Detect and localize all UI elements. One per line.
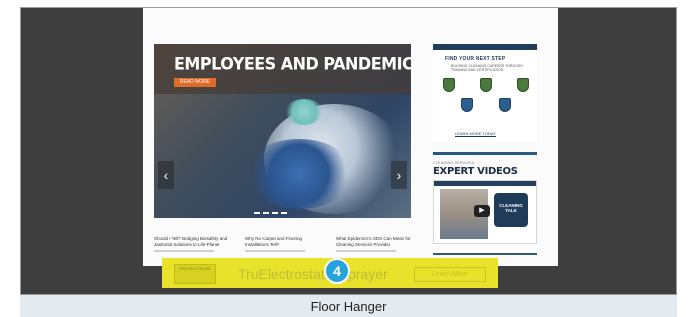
play-icon[interactable]: ▶ (474, 205, 490, 217)
hero-image-glove (244, 139, 354, 209)
carousel-prev-arrow[interactable]: ‹ (158, 161, 174, 189)
carousel-dot[interactable] (281, 212, 287, 214)
sidebar-divider (433, 152, 537, 155)
article-teaser-row: Should I Tell? Bridging Biosafety and Ja… (154, 236, 411, 252)
article-teaser-rule (245, 250, 305, 252)
article-teaser[interactable]: What Epidemics's SDS Can Mean for Cleani… (336, 236, 411, 252)
banner-learn-more-button[interactable]: Learn More (414, 267, 486, 282)
article-teaser-title[interactable]: Should I Tell? Bridging Biosafety and Ja… (154, 236, 229, 248)
badge-shield-icon (461, 98, 473, 112)
hero-title: EMPLOYEES AND PANDEMIC (174, 53, 411, 74)
carousel-dot[interactable] (272, 212, 278, 214)
article-teaser[interactable]: Why No Carpet and Flooring Installations… (245, 236, 320, 252)
callout-number-badge: 4 (324, 258, 350, 284)
screenshot-frame: EMPLOYEES AND PANDEMIC READ MORE ‹ › Sho… (20, 7, 677, 295)
article-teaser-title[interactable]: Why No Carpet and Flooring Installations… (245, 236, 320, 248)
caption-text: Floor Hanger (310, 299, 387, 314)
article-teaser-rule (154, 250, 214, 252)
article-teaser-rule (336, 250, 396, 252)
expert-video-card[interactable]: ▶ CLEANING TALK (433, 180, 537, 244)
badge-shield-icon (480, 78, 492, 92)
hero-carousel[interactable]: EMPLOYEES AND PANDEMIC READ MORE ‹ › (154, 44, 411, 218)
banner-logo: PROTECT EDGE (174, 264, 216, 284)
carousel-dots (254, 212, 287, 214)
career-promo-card[interactable]: FIND YOUR NEXT STEP BUILDING CLEANING CA… (433, 44, 537, 142)
promo-subtitle: BUILDING CLEANING CAREERS THROUGH TRAINI… (451, 64, 523, 72)
article-teaser[interactable]: Should I Tell? Bridging Biosafety and Ja… (154, 236, 229, 252)
promo-title: FIND YOUR NEXT STEP (445, 56, 506, 62)
sidebar-bottom-rule (433, 253, 537, 255)
carousel-dot[interactable] (254, 212, 260, 214)
expert-videos-heading: EXPERT VIDEOS (433, 166, 518, 177)
caption-bar: Floor Hanger (20, 295, 677, 317)
banner-product-text: TruElectrostatic Sprayer (238, 266, 388, 282)
sidebar: FIND YOUR NEXT STEP BUILDING CLEANING CA… (433, 44, 537, 244)
promo-learn-more-link[interactable]: LEARN MORE TODAY (455, 131, 496, 136)
cleaning-talk-logo: CLEANING TALK (494, 193, 528, 227)
video-card-header (434, 181, 536, 186)
hero-read-more-button[interactable]: READ MORE (174, 78, 216, 87)
hero-image-mask (284, 99, 324, 125)
article-teaser-title[interactable]: What Epidemics's SDS Can Mean for Cleani… (336, 236, 411, 248)
carousel-dot[interactable] (263, 212, 269, 214)
carousel-next-arrow[interactable]: › (391, 161, 407, 189)
expert-videos-kicker: CLEANING SERVICES (433, 161, 475, 165)
badge-shield-icon (443, 78, 455, 92)
website-page: EMPLOYEES AND PANDEMIC READ MORE ‹ › Sho… (143, 8, 558, 266)
badge-shield-icon (517, 78, 529, 92)
badge-shield-icon (499, 98, 511, 112)
